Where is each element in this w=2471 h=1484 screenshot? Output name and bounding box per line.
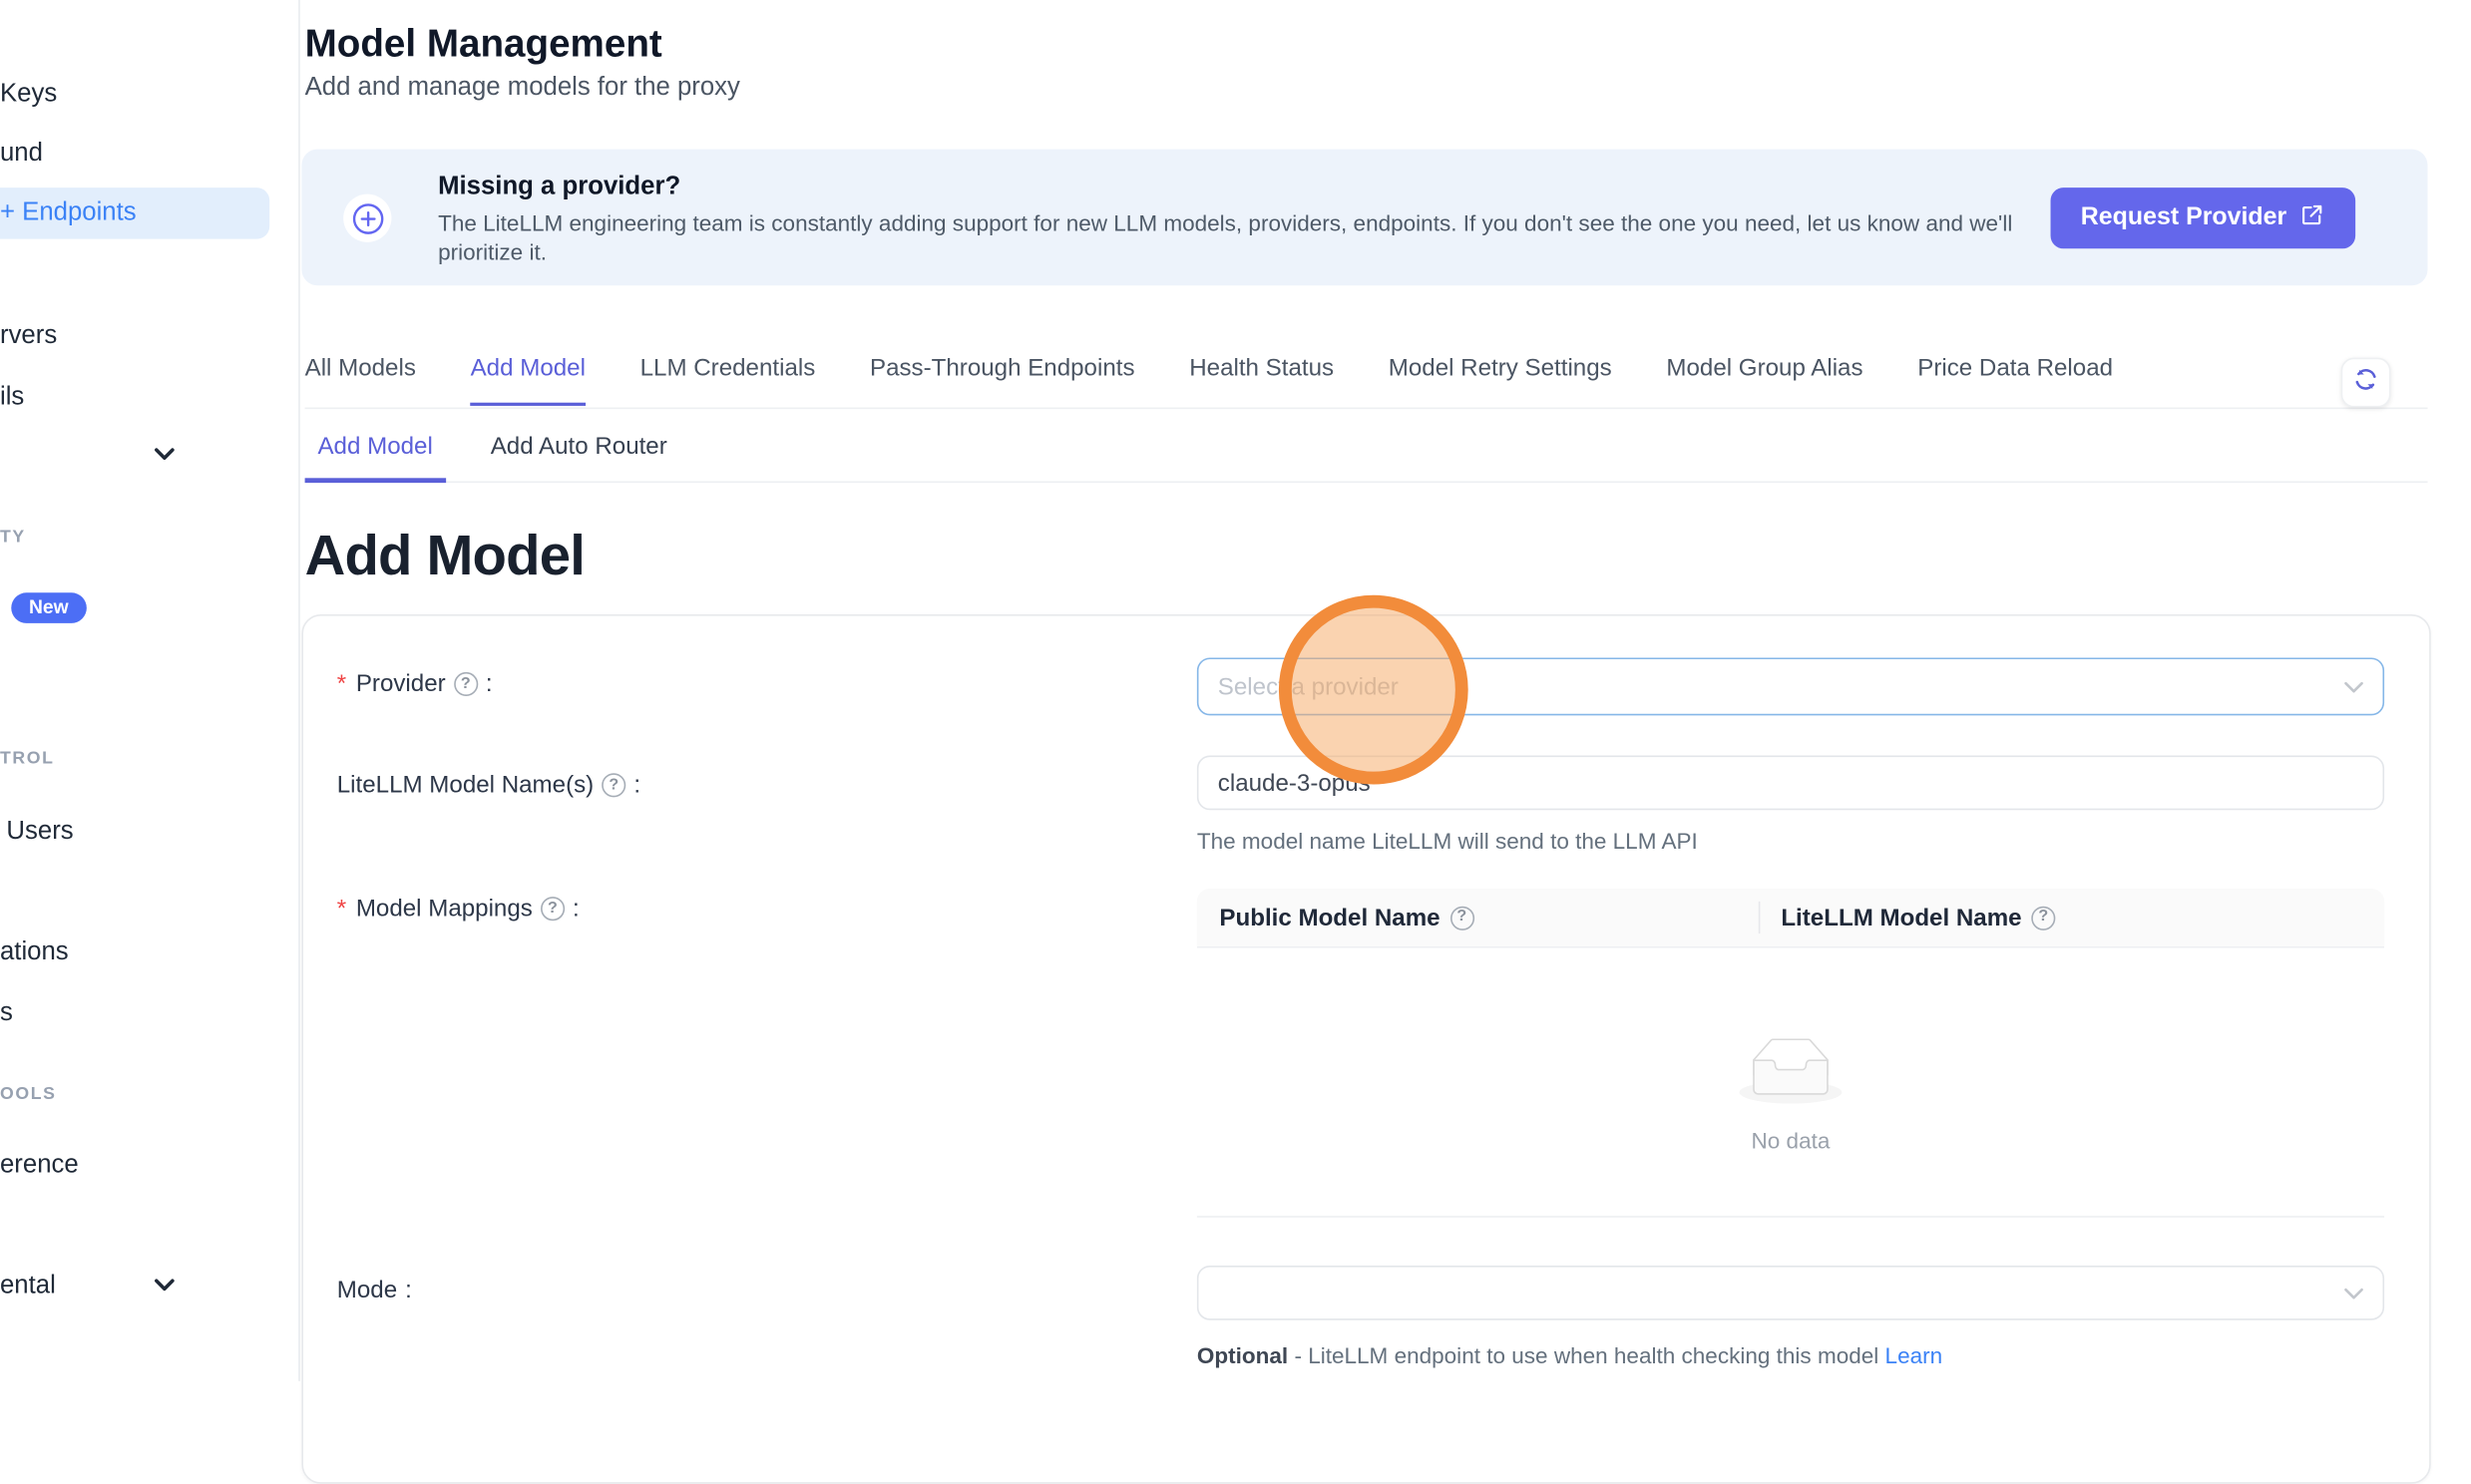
refresh-button[interactable] (2341, 358, 2391, 408)
add-model-subtabs: Add Model Add Auto Router (305, 433, 2428, 483)
sidebar-item[interactable]: Users (6, 818, 73, 847)
sidebar-item-label: ations (0, 938, 69, 967)
provider-label: Provider ? : (337, 670, 493, 697)
litellm-model-name-header: LiteLLM Model Name ? (1759, 904, 2056, 930)
help-icon[interactable]: ? (1449, 906, 1473, 929)
sidebar-item[interactable]: und (0, 140, 43, 169)
sidebar-item-label: rvers (0, 322, 57, 351)
help-icon[interactable]: ? (541, 897, 565, 921)
mappings-empty-state: No data (1197, 948, 2384, 1218)
tab[interactable]: Health Status (1189, 354, 1334, 405)
model-name-helper: The model name LiteLLM will send to the … (1197, 828, 1698, 854)
sidebar-item[interactable]: + Endpoints (0, 187, 269, 238)
sidebar-item-label: TROL (0, 749, 55, 768)
chevron-down-icon (2344, 1280, 2363, 1306)
mode-label: Mode : (337, 1277, 412, 1303)
subtab[interactable]: Add Auto Router (478, 433, 680, 483)
tab[interactable]: LLM Credentials (640, 354, 816, 405)
mappings-table-header: Public Model Name ? LiteLLM Model Name ? (1197, 889, 2384, 948)
learn-link[interactable]: Learn (1885, 1342, 1943, 1368)
request-provider-button[interactable]: Request Provider (2051, 187, 2356, 248)
sidebar-item-label: OOLS (0, 1084, 57, 1103)
request-provider-label: Request Provider (2081, 203, 2286, 232)
model-tabs: All Models Add Model LLM Credentials Pas… (305, 354, 2428, 409)
sidebar-item-label: New (11, 592, 86, 623)
missing-provider-banner: Missing a provider? The LiteLLM engineer… (301, 150, 2427, 286)
sidebar-item-label: und (0, 140, 43, 169)
sidebar-item[interactable]: ils (0, 383, 24, 412)
sidebar-item[interactable]: rvers (0, 322, 57, 351)
column-divider (1759, 902, 1761, 933)
chevron-down-icon (154, 441, 175, 470)
tab[interactable]: Price Data Reload (1917, 354, 2113, 405)
chevron-down-icon (2344, 673, 2363, 700)
sidebar-item-label: ils (0, 383, 24, 412)
sidebar-item-label: Keys (0, 80, 57, 109)
help-icon[interactable]: ? (2031, 906, 2055, 929)
tab[interactable]: Add Model (471, 354, 586, 405)
help-icon[interactable]: ? (454, 672, 478, 696)
sidebar-item-label: ental (0, 1272, 56, 1300)
banner-title: Missing a provider? (438, 174, 680, 202)
sidebar-item[interactable]: erence (0, 1152, 79, 1181)
app-root: Keys und + Endpoints rvers (0, 0, 2471, 1381)
sidebar-item-label: s (0, 999, 13, 1028)
sidebar-item[interactable]: OOLS (0, 1084, 57, 1103)
sidebar-item[interactable]: s (0, 999, 13, 1028)
sidebar-item[interactable]: ental (0, 1272, 56, 1300)
empty-box-icon (1740, 1038, 1843, 1112)
sidebar-item[interactable]: TY (0, 528, 26, 547)
model-mappings-table: Public Model Name ? LiteLLM Model Name ? (1197, 889, 2384, 1218)
tab[interactable]: All Models (305, 354, 416, 405)
tab[interactable]: Pass-Through Endpoints (870, 354, 1135, 405)
mode-helper: Optional - LiteLLM endpoint to use when … (1197, 1342, 1942, 1368)
subtab[interactable]: Add Model (305, 433, 446, 483)
model-name-value: claude-3-opus (1218, 769, 1371, 796)
sidebar-item-label: + Endpoints (0, 198, 137, 227)
model-name-label: LiteLLM Model Name(s) ? : (337, 772, 640, 799)
sidebar-item[interactable]: ations (0, 938, 69, 967)
sidebar-item[interactable]: New (11, 592, 86, 623)
provider-select-placeholder: Select a provider (1218, 673, 2344, 700)
banner-description: The LiteLLM engineering team is constant… (438, 210, 2055, 266)
tab[interactable]: Model Retry Settings (1389, 354, 1612, 405)
sidebar-item[interactable]: TROL (0, 749, 55, 768)
add-model-heading: Add Model (305, 525, 585, 588)
sidebar-item-label: erence (0, 1152, 79, 1181)
page-subtitle: Add and manage models for the proxy (305, 74, 740, 103)
sidebar: Keys und + Endpoints rvers (0, 0, 300, 1381)
page-title: Model Management (305, 23, 662, 68)
refresh-icon (2354, 367, 2378, 399)
model-name-input[interactable]: claude-3-opus (1197, 756, 2384, 811)
external-link-icon (2299, 201, 2325, 235)
plus-circle-icon (343, 194, 391, 242)
sidebar-item[interactable]: Keys (0, 80, 57, 109)
help-icon[interactable]: ? (602, 773, 625, 797)
mode-select[interactable] (1197, 1266, 2384, 1320)
model-mappings-label: Model Mappings ? : (337, 895, 580, 922)
sidebar-item-label: TY (0, 528, 26, 547)
sidebar-item-label: Users (6, 818, 73, 847)
tab[interactable]: Model Group Alias (1666, 354, 1862, 405)
public-model-name-header: Public Model Name ? (1197, 904, 1759, 930)
provider-select[interactable]: Select a provider (1197, 657, 2384, 715)
chevron-down-icon (154, 1272, 175, 1300)
no-data-text: No data (1752, 1128, 1831, 1154)
